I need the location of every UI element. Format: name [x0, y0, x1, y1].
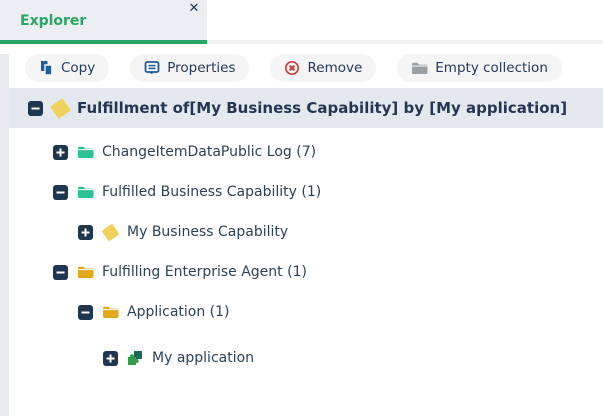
- expander-minus-icon[interactable]: [78, 305, 93, 320]
- tree-item-fulfilled-business-capability[interactable]: Fulfilled Business Capability (1): [0, 172, 603, 212]
- properties-button-label: Properties: [167, 60, 235, 76]
- active-tab-indicator: [0, 40, 207, 44]
- properties-bubble-icon: [144, 60, 160, 76]
- tree-item-label: ChangeItemDataPublic Log (7): [102, 144, 316, 160]
- tree-item-fulfillment-root[interactable]: Fulfillment of[My Business Capability] b…: [9, 88, 603, 128]
- tree-item-fulfilling-enterprise-agent[interactable]: Fulfilling Enterprise Agent (1): [0, 252, 603, 292]
- empty-collection-button[interactable]: Empty collection: [397, 54, 562, 82]
- expander-plus-icon[interactable]: [103, 351, 118, 366]
- expander-plus-icon[interactable]: [53, 145, 68, 160]
- tree-item-label: Fulfilling Enterprise Agent (1): [102, 264, 307, 280]
- tree-item-label: My Business Capability: [127, 224, 288, 240]
- panel-body: Copy Properties: [0, 54, 603, 416]
- expander-minus-icon[interactable]: [53, 185, 68, 200]
- folder-gray-icon: [411, 61, 428, 75]
- tree-item-label: My application: [152, 350, 254, 366]
- close-icon[interactable]: ✕: [185, 0, 203, 18]
- tab-explorer[interactable]: Explorer ✕: [0, 0, 207, 40]
- explorer-panel: Explorer ✕ Copy: [0, 0, 603, 416]
- tree: Fulfillment of[My Business Capability] b…: [0, 88, 603, 378]
- empty-collection-button-label: Empty collection: [435, 60, 548, 76]
- remove-circle-icon: [284, 60, 300, 76]
- tree-item-label: Fulfilled Business Capability (1): [102, 184, 321, 200]
- copy-button-label: Copy: [61, 60, 95, 76]
- tree-item-label: Application (1): [127, 304, 230, 320]
- expander-plus-icon[interactable]: [78, 225, 93, 240]
- tree-item-label: Fulfillment of[My Business Capability] b…: [77, 99, 567, 117]
- remove-button[interactable]: Remove: [270, 54, 376, 82]
- tab-label: Explorer: [0, 0, 86, 42]
- capability-diamond-icon: [101, 224, 119, 240]
- remove-button-label: Remove: [307, 60, 362, 76]
- tab-bar: Explorer ✕: [0, 0, 603, 44]
- folder-yellow-icon: [101, 304, 119, 320]
- expander-minus-icon[interactable]: [53, 265, 68, 280]
- tree-item-application[interactable]: Application (1): [0, 292, 603, 332]
- panel-left-border: [0, 54, 9, 416]
- application-puzzle-icon: [126, 350, 144, 366]
- expander-minus-icon[interactable]: [28, 101, 43, 116]
- tree-item-my-application[interactable]: My application: [0, 338, 603, 378]
- tree-item-my-business-capability[interactable]: My Business Capability: [0, 212, 603, 252]
- capability-diamond-icon: [51, 100, 69, 116]
- folder-teal-icon: [76, 184, 94, 200]
- folder-yellow-icon: [76, 264, 94, 280]
- toolbar: Copy Properties: [25, 54, 603, 82]
- tree-children: ChangeItemDataPublic Log (7) Fulfilled B…: [0, 132, 603, 378]
- copy-button[interactable]: Copy: [25, 54, 109, 82]
- folder-teal-icon: [76, 144, 94, 160]
- tree-item-changeitemdatapublic-log[interactable]: ChangeItemDataPublic Log (7): [0, 132, 603, 172]
- properties-button[interactable]: Properties: [130, 54, 249, 82]
- copy-icon: [39, 60, 54, 76]
